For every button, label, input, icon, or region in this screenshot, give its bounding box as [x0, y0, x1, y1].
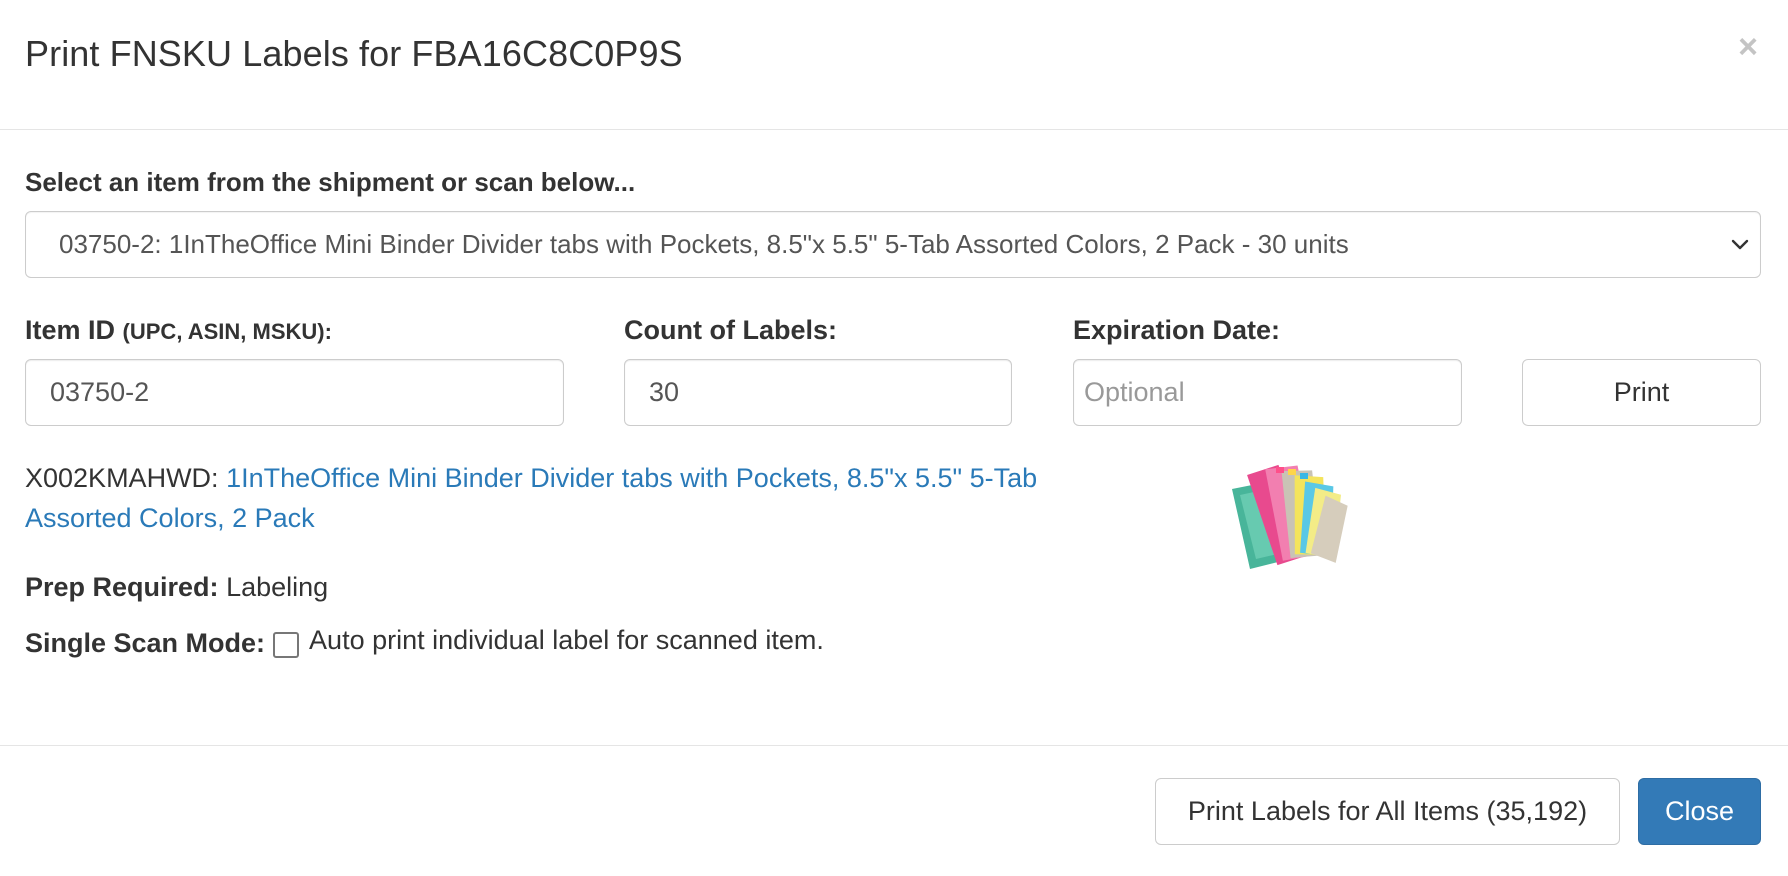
modal-footer: Print Labels for All Items (35,192) Clos…: [0, 745, 1788, 876]
close-button[interactable]: Close: [1638, 778, 1761, 845]
close-icon[interactable]: ×: [1738, 30, 1758, 64]
expiration-date-label: Expiration Date:: [1073, 315, 1281, 345]
modal-header: Print FNSKU Labels for FBA16C8C0P9S ×: [0, 0, 1788, 130]
single-scan-mode-label: Single Scan Mode:: [25, 628, 266, 658]
chevron-down-icon: [1731, 239, 1749, 250]
item-id-label: Item ID (UPC, ASIN, MSKU):: [25, 315, 332, 346]
count-of-labels-input[interactable]: 30: [624, 359, 1012, 426]
print-labels-modal: Print FNSKU Labels for FBA16C8C0P9S × Se…: [0, 0, 1788, 876]
modal-title: Print FNSKU Labels for FBA16C8C0P9S: [25, 33, 683, 74]
item-select-value: 03750-2: 1InTheOffice Mini Binder Divide…: [59, 229, 1349, 259]
print-button[interactable]: Print: [1522, 359, 1761, 426]
single-scan-mode: Single Scan Mode: Auto print individual l…: [25, 625, 824, 659]
fnsku-code: X002KMAHWD:: [25, 463, 219, 493]
item-id-hint: (UPC, ASIN, MSKU):: [122, 319, 332, 344]
item-select-label: Select an item from the shipment or scan…: [25, 167, 636, 197]
product-info: X002KMAHWD: 1InTheOffice Mini Binder Div…: [25, 458, 1145, 538]
print-all-labels-button[interactable]: Print Labels for All Items (35,192): [1155, 778, 1620, 845]
prep-required-value: Labeling: [226, 572, 329, 602]
item-select-dropdown[interactable]: 03750-2: 1InTheOffice Mini Binder Divide…: [25, 211, 1761, 278]
count-of-labels-label: Count of Labels:: [624, 315, 837, 345]
single-scan-mode-text: Auto print individual label for scanned …: [309, 625, 824, 655]
prep-required-label: Prep Required:: [25, 572, 219, 602]
item-id-input[interactable]: 03750-2: [25, 359, 564, 426]
item-id-label-text: Item ID: [25, 315, 116, 345]
prep-required: Prep Required: Labeling: [25, 572, 328, 603]
product-image: [1232, 464, 1348, 569]
expiration-date-input[interactable]: Optional: [1073, 359, 1462, 426]
single-scan-mode-checkbox[interactable]: [273, 632, 300, 658]
